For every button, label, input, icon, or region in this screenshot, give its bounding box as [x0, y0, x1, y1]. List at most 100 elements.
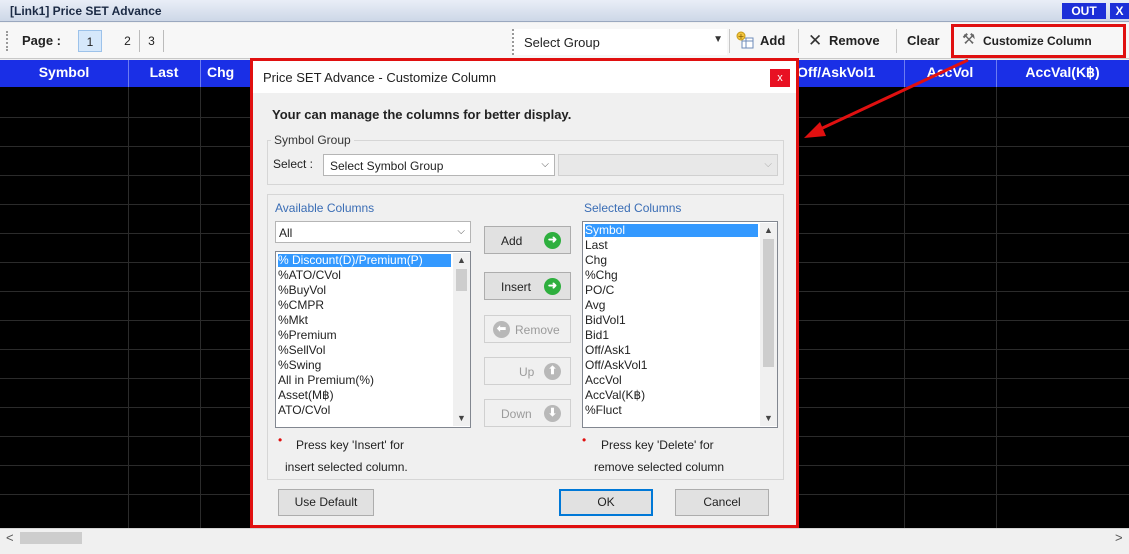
available-filter-select[interactable]: All ⌵ — [275, 221, 471, 243]
add-column-label: Add — [501, 234, 523, 248]
list-item[interactable]: %BuyVol — [278, 284, 326, 297]
list-item[interactable]: Bid1 — [585, 329, 609, 342]
list-item[interactable]: %Swing — [278, 359, 321, 372]
chevron-down-icon: ⌵ — [764, 159, 772, 170]
toolbar-separator — [798, 29, 799, 53]
available-list-scrollbar[interactable]: ▲ ▼ — [453, 253, 470, 426]
column-header-accval[interactable]: AccVal(K฿) — [996, 64, 1129, 81]
window-close-button[interactable]: X — [1110, 3, 1129, 19]
list-item[interactable]: Symbol — [585, 224, 758, 237]
remove-column-label: Remove — [515, 323, 560, 337]
scroll-right-icon[interactable]: > — [1115, 530, 1123, 545]
list-item[interactable]: AccVal(K฿) — [585, 389, 645, 402]
page-button-3[interactable]: 3 — [140, 30, 164, 52]
bullet-icon: • — [278, 433, 283, 447]
delete-hint-line2: remove selected column — [594, 460, 725, 474]
available-columns-list[interactable]: % Discount(D)/Premium(P) %ATO/CVol %BuyV… — [275, 251, 471, 428]
list-item[interactable]: %CMPR — [278, 299, 324, 312]
add-column-button[interactable]: Add ➜ — [484, 226, 571, 254]
column-header-symbol[interactable]: Symbol — [0, 64, 128, 80]
scroll-thumb[interactable] — [20, 532, 82, 544]
symbol-group-box: Symbol Group Select : Select Symbol Grou… — [267, 133, 784, 185]
move-down-label: Down — [501, 407, 532, 421]
chevron-down-icon: ▼ — [713, 34, 723, 45]
page-button-1[interactable]: 1 — [78, 30, 102, 52]
available-columns-legend: Available Columns — [275, 201, 375, 215]
x-icon[interactable]: ✕ — [808, 32, 822, 49]
move-up-button[interactable]: Up ⬆ — [484, 357, 571, 385]
delete-hint-line1: Press key 'Delete' for — [601, 438, 714, 452]
list-item[interactable]: PO/C — [585, 284, 614, 297]
list-item[interactable]: %Fluct — [585, 404, 622, 417]
list-item[interactable]: All in Premium(%) — [278, 374, 374, 387]
ok-button[interactable]: OK — [559, 489, 653, 516]
selected-list-scrollbar[interactable]: ▲ ▼ — [760, 223, 777, 426]
list-item[interactable]: Asset(M฿) — [278, 389, 334, 402]
symbol-group-select-value: Select Symbol Group — [330, 159, 444, 173]
customize-highlight-box — [951, 24, 1126, 58]
list-item[interactable]: % Discount(D)/Premium(P) — [278, 254, 451, 267]
toolbar-separator — [729, 29, 730, 53]
available-filter-value: All — [279, 226, 293, 240]
add-button[interactable]: Add — [760, 33, 785, 48]
horizontal-scrollbar[interactable]: < > — [0, 528, 1129, 546]
column-header-last[interactable]: Last — [128, 64, 200, 80]
scroll-up-icon[interactable]: ▲ — [457, 255, 466, 265]
dialog-close-button[interactable]: x — [770, 69, 790, 87]
symbol-group-select[interactable]: Select Symbol Group ⌵ — [323, 154, 555, 176]
symbol-subgroup-select: ⌵ — [558, 154, 778, 176]
list-item[interactable]: BidVol1 — [585, 314, 626, 327]
list-item[interactable]: %Mkt — [278, 314, 308, 327]
insert-column-button[interactable]: Insert ➜ — [484, 272, 571, 300]
svg-text:+: + — [738, 32, 745, 41]
insert-column-label: Insert — [501, 280, 532, 294]
selected-columns-legend: Selected Columns — [584, 201, 682, 215]
move-down-button[interactable]: Down ⬇ — [484, 399, 571, 427]
list-item[interactable]: Off/AskVol1 — [585, 359, 647, 372]
use-default-button[interactable]: Use Default — [278, 489, 374, 516]
bullet-icon: • — [582, 433, 587, 447]
grid-column-line — [128, 87, 129, 528]
list-item[interactable]: Chg — [585, 254, 607, 267]
column-header-chg[interactable]: Chg — [200, 64, 250, 80]
grid-column-line — [904, 87, 905, 528]
selected-columns-list[interactable]: Symbol Last Chg %Chg PO/C Avg BidVol1 Bi… — [582, 221, 778, 428]
list-item[interactable]: Off/Ask1 — [585, 344, 631, 357]
scroll-down-icon[interactable]: ▼ — [457, 413, 466, 423]
grid-column-line — [996, 87, 997, 528]
group-select[interactable]: Select Group ▼ — [512, 29, 727, 55]
scroll-thumb[interactable] — [456, 269, 467, 291]
scroll-down-icon[interactable]: ▼ — [764, 413, 773, 423]
red-arrow-annotation — [804, 58, 969, 138]
list-item[interactable]: %SellVol — [278, 344, 325, 357]
out-button[interactable]: OUT — [1062, 3, 1106, 19]
arrow-right-icon: ➜ — [544, 232, 561, 249]
dialog-intro: Your can manage the columns for better d… — [272, 107, 572, 122]
list-item[interactable]: Last — [585, 239, 608, 252]
arrow-left-icon: ⬅ — [493, 321, 510, 338]
page-button-2[interactable]: 2 — [116, 30, 140, 52]
remove-button[interactable]: Remove — [829, 33, 880, 48]
dialog-title: Price SET Advance - Customize Column — [263, 70, 497, 85]
remove-column-button[interactable]: ⬅ Remove — [484, 315, 571, 343]
cancel-button[interactable]: Cancel — [675, 489, 769, 516]
scroll-thumb[interactable] — [763, 239, 774, 367]
add-column-icon[interactable]: + — [736, 31, 754, 49]
chevron-down-icon: ⌵ — [541, 159, 549, 170]
list-item[interactable]: %Chg — [585, 269, 618, 282]
list-item[interactable]: AccVol — [585, 374, 622, 387]
scroll-left-icon[interactable]: < — [6, 530, 14, 545]
toolbar-separator — [896, 29, 897, 53]
toolbar-grip[interactable] — [6, 31, 9, 51]
customize-column-dialog: Price SET Advance - Customize Column x Y… — [250, 58, 799, 528]
list-item[interactable]: ATO/CVol — [278, 404, 330, 417]
list-item[interactable]: Avg — [585, 299, 605, 312]
arrow-right-icon: ➜ — [544, 278, 561, 295]
dialog-titlebar: Price SET Advance - Customize Column x — [253, 61, 796, 93]
list-item[interactable]: %ATO/CVol — [278, 269, 341, 282]
clear-button[interactable]: Clear — [907, 33, 940, 48]
columns-box: Available Columns Selected Columns All ⌵… — [267, 194, 784, 480]
select-label: Select : — [273, 157, 314, 171]
scroll-up-icon[interactable]: ▲ — [764, 225, 773, 235]
list-item[interactable]: %Premium — [278, 329, 337, 342]
